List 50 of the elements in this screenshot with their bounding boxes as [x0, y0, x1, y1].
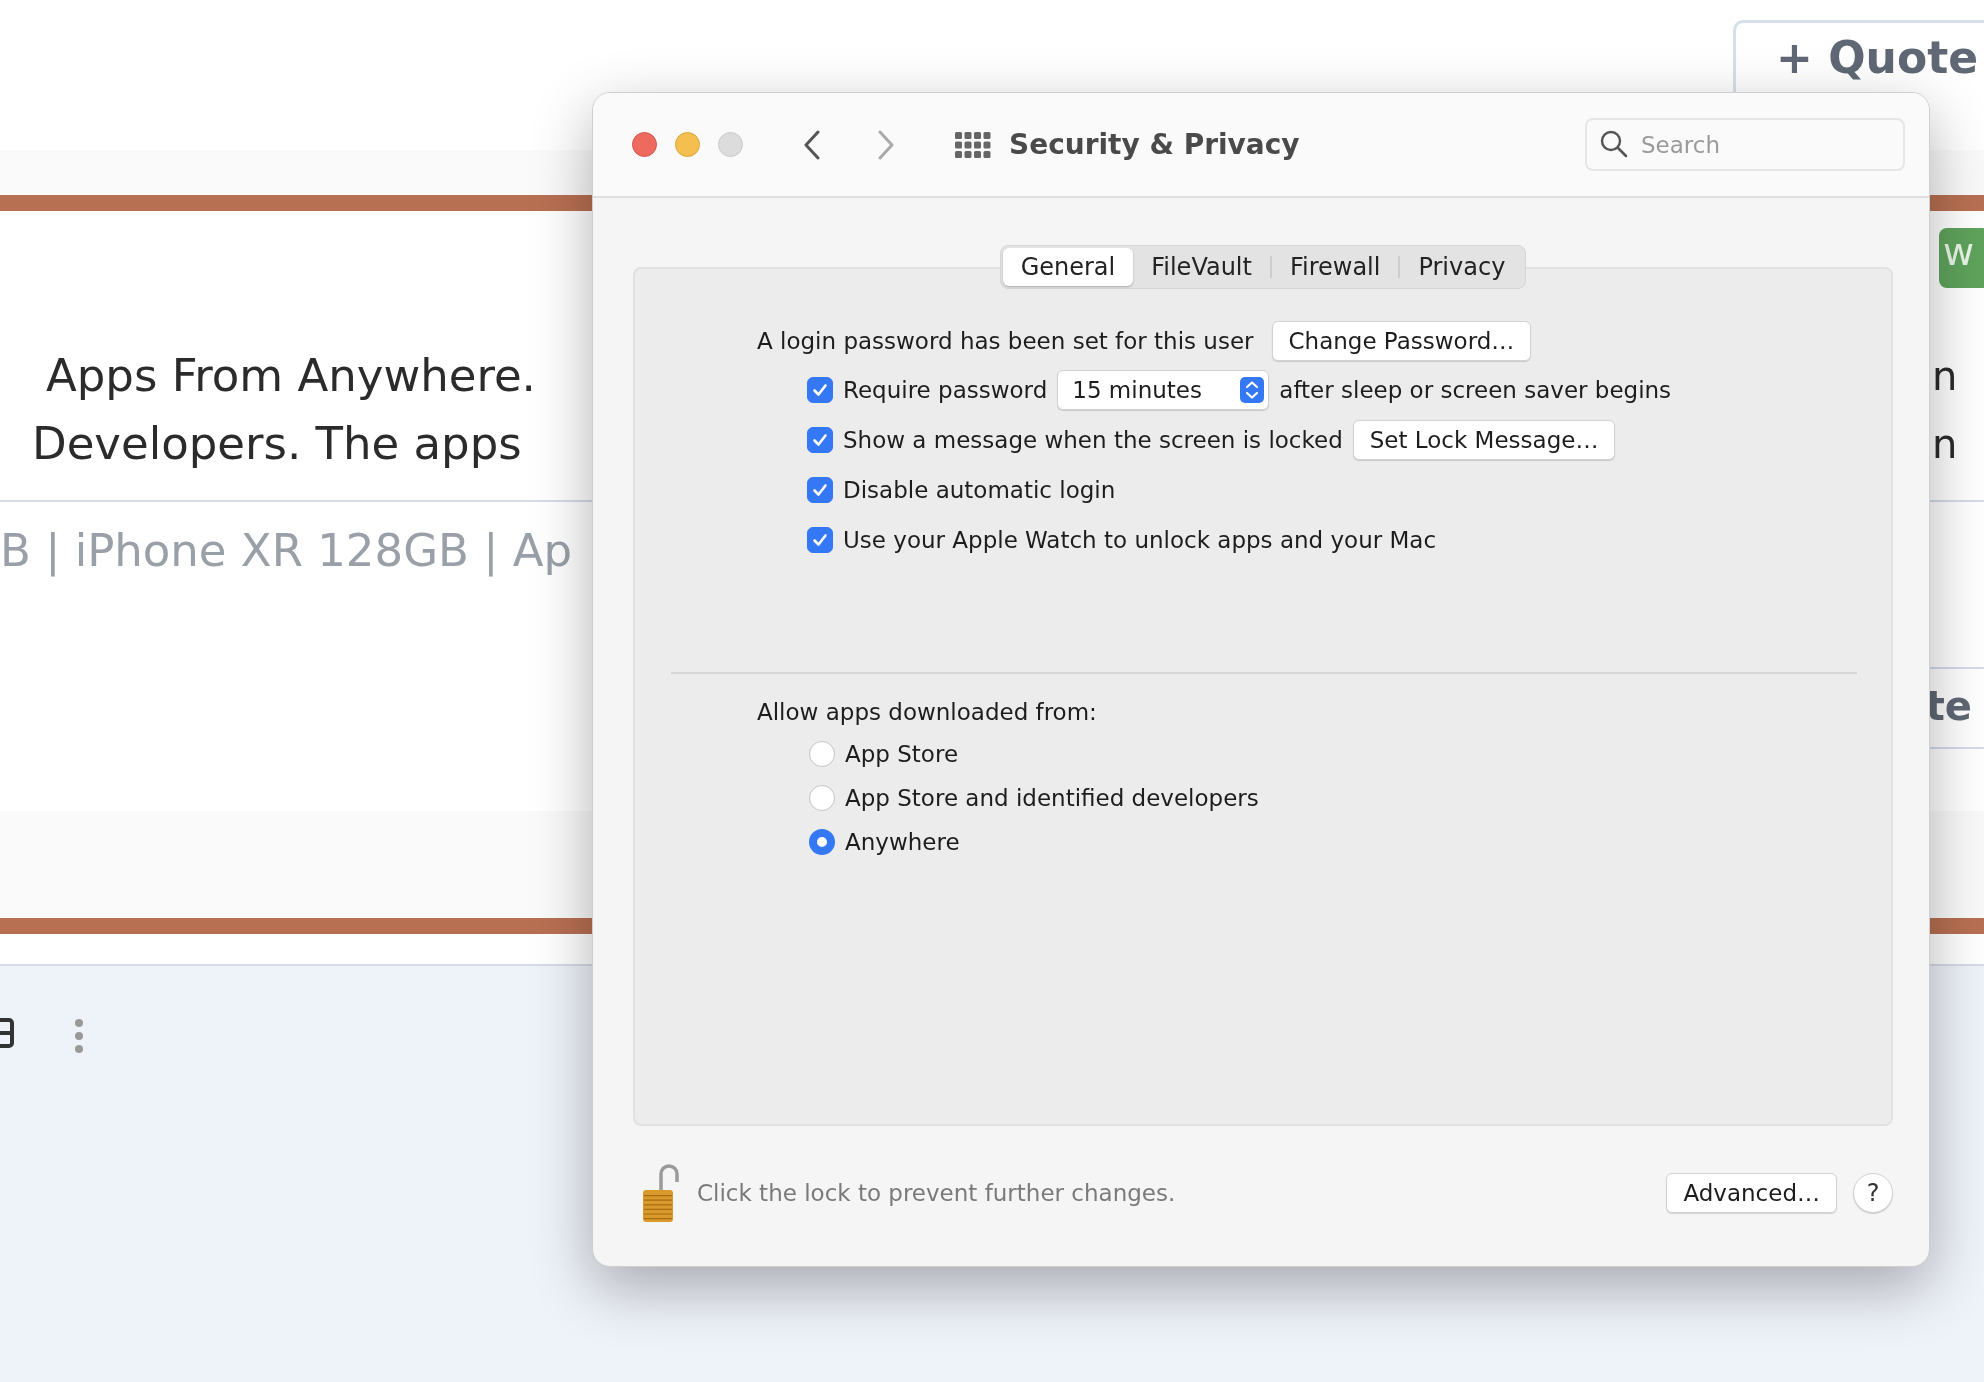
post-text-line: n — [1932, 420, 1959, 469]
stepper-icon — [1240, 377, 1265, 403]
radio-label: App Store and identified developers — [845, 785, 1259, 811]
checkmark-icon — [811, 531, 829, 549]
checkbox-label: Disable automatic login — [843, 477, 1116, 503]
help-button[interactable]: ? — [1853, 1173, 1893, 1213]
checkmark-icon — [811, 481, 829, 499]
checkbox[interactable] — [807, 477, 833, 503]
lock-status-text: Click the lock to prevent further changes. — [697, 1180, 1176, 1206]
checkbox[interactable] — [807, 377, 833, 403]
tab[interactable]: Firewall — [1271, 248, 1399, 286]
window-title: Security & Privacy — [1009, 128, 1300, 161]
change-password-button[interactable]: Change Password… — [1271, 321, 1532, 361]
radio-label: Anywhere — [845, 829, 960, 855]
grid-icon[interactable] — [955, 131, 991, 158]
tab[interactable]: Privacy — [1400, 248, 1524, 286]
close-button[interactable] — [632, 132, 657, 157]
post-text-line: Apps From Anywhere. — [46, 348, 537, 404]
post-text-line: Developers. The apps — [32, 416, 523, 472]
checkbox[interactable] — [807, 527, 833, 553]
radio-button[interactable] — [809, 785, 835, 811]
advanced-button[interactable]: Advanced… — [1666, 1173, 1837, 1213]
more-icon[interactable] — [74, 1018, 84, 1054]
back-icon[interactable] — [803, 129, 821, 160]
interval-dropdown[interactable]: 15 minutes — [1057, 370, 1270, 410]
tab[interactable]: FileVault — [1133, 248, 1270, 286]
option-suffix-text: after sleep or screen saver begins — [1279, 377, 1672, 403]
padlock-icon[interactable] — [641, 1162, 681, 1224]
post-text-line: n — [1932, 352, 1959, 401]
checkbox-label: Show a message when the screen is locked — [843, 427, 1343, 453]
search-icon — [1599, 129, 1629, 159]
heading-text: te — [1925, 683, 1972, 729]
radio-button[interactable] — [809, 741, 835, 767]
checkbox-label: Use your Apple Watch to unlock apps and your Mac — [843, 527, 1437, 553]
radio-button[interactable] — [809, 829, 835, 855]
checkbox-label: Require password — [843, 377, 1048, 403]
set-lock-message-button[interactable]: Set Lock Message… — [1352, 420, 1616, 460]
device-tags-text: B | iPhone XR 128GB | Ap — [0, 524, 572, 577]
forward-icon[interactable] — [877, 129, 895, 160]
downloads-label: Allow apps downloaded from: — [757, 699, 1098, 725]
checkmark-icon — [811, 431, 829, 449]
radio-label: App Store — [845, 741, 959, 767]
quote-button[interactable]: + Quote — [1733, 20, 1984, 92]
password-status-text: A login password has been set for this user — [757, 328, 1254, 354]
search-field[interactable]: Search — [1585, 118, 1905, 171]
checkbox[interactable] — [807, 427, 833, 453]
table-icon[interactable] — [0, 1018, 14, 1048]
checkmark-icon — [811, 381, 829, 399]
tab[interactable]: General — [1002, 248, 1134, 286]
status-badge: w — [1938, 228, 1984, 288]
